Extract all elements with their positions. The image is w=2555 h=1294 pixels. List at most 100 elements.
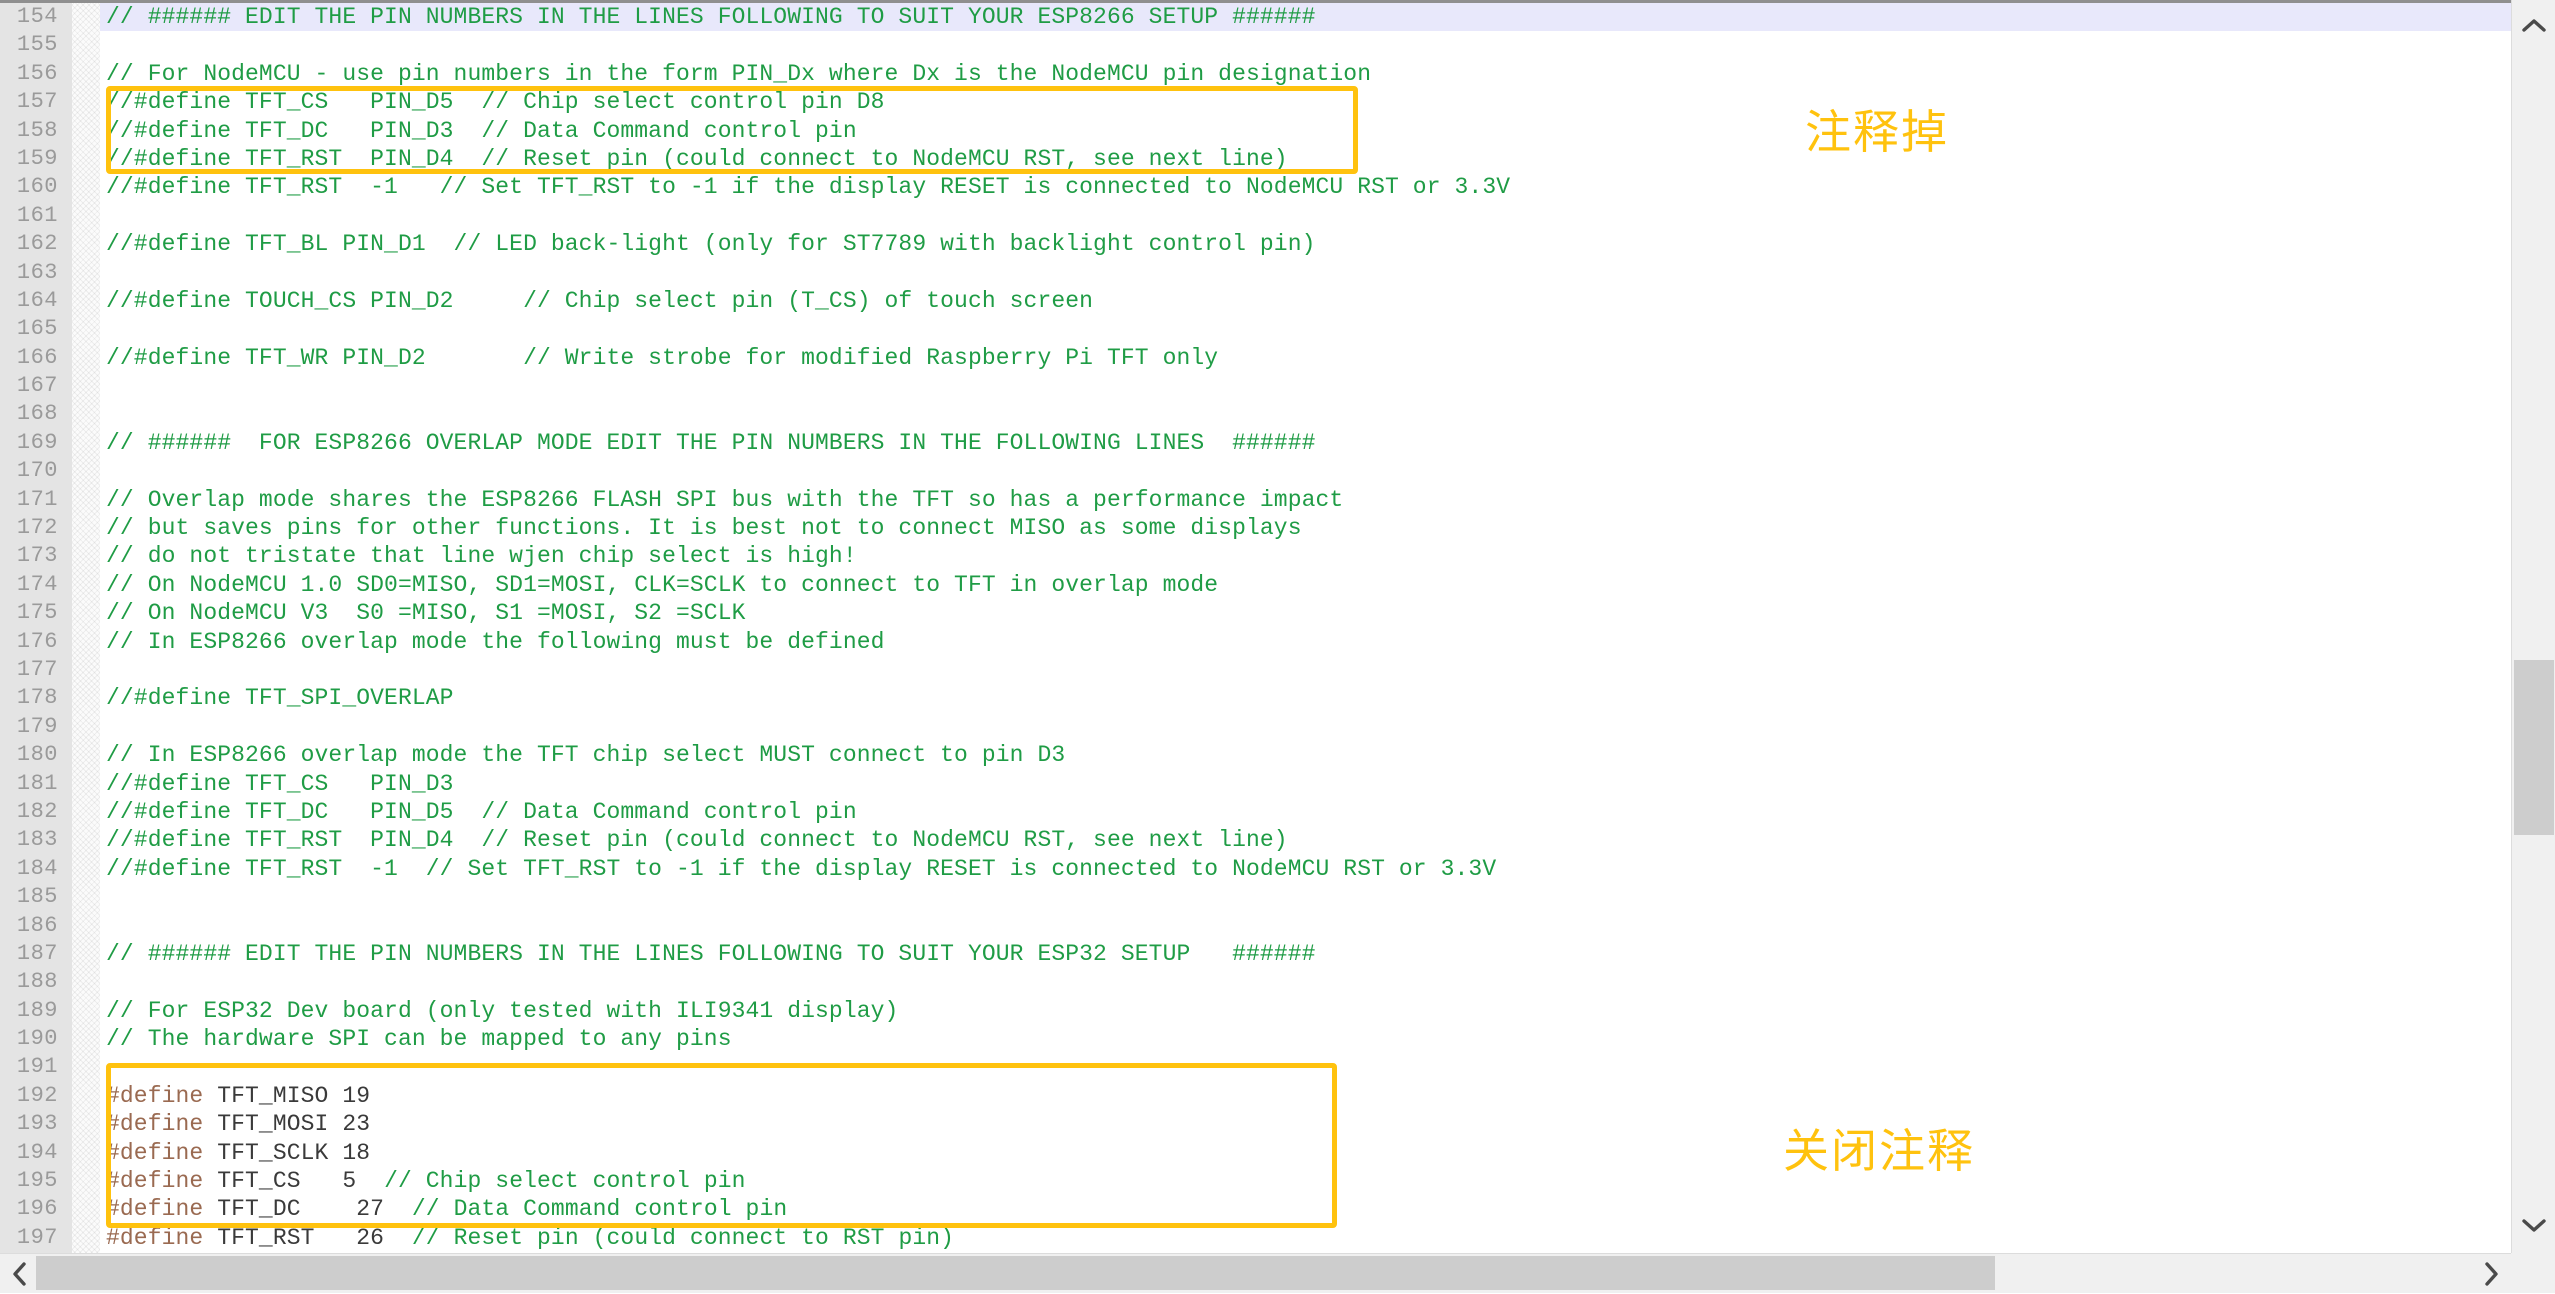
token-pre: #define <box>106 1196 204 1223</box>
token-cmt: //#define TFT_DC PIN_D5 // Data Command … <box>106 798 857 825</box>
code-text: // On NodeMCU V3 S0 =MISO, S1 =MOSI, S2 … <box>106 599 746 627</box>
fold-margin-strip[interactable] <box>72 3 100 1253</box>
token-cmt: // The hardware SPI can be mapped to any… <box>106 1026 732 1053</box>
line-number: 159 <box>16 145 58 171</box>
code-text: //#define TFT_RST PIN_D4 // Reset pin (c… <box>106 145 1288 173</box>
code-text: //#define TFT_BL PIN_D1 // LED back-ligh… <box>106 230 1316 258</box>
line-number: 185 <box>16 884 58 910</box>
token-ident: TFT_RST <box>203 1224 357 1251</box>
annotation-label-comment-out: 注释掉 <box>1805 105 1949 159</box>
code-text: // do not tristate that line wjen chip s… <box>106 542 857 570</box>
line-number: 191 <box>16 1054 58 1080</box>
chevron-down-icon[interactable] <box>2512 1203 2555 1247</box>
line-number: 169 <box>16 429 58 455</box>
token-cmt: // ###### FOR ESP8266 OVERLAP MODE EDIT … <box>106 429 1316 456</box>
code-text: // For NodeMCU - use pin numbers in the … <box>106 60 1371 88</box>
line-number: 193 <box>16 1111 58 1137</box>
chevron-right-icon[interactable] <box>2471 1254 2511 1294</box>
horizontal-scrollbar-thumb[interactable] <box>36 1256 1995 1290</box>
token-cmt: // ###### EDIT THE PIN NUMBERS IN THE LI… <box>106 4 1316 30</box>
token-pre: #define <box>106 1224 204 1251</box>
line-number: 158 <box>16 117 58 143</box>
line-number: 196 <box>16 1196 58 1222</box>
line-number: 155 <box>16 32 58 58</box>
token-cmt: // For NodeMCU - use pin numbers in the … <box>106 60 1372 87</box>
line-number: 188 <box>16 969 58 995</box>
code-text: // The hardware SPI can be mapped to any… <box>106 1025 732 1053</box>
token-cmt: // but saves pins for other functions. I… <box>106 515 1302 542</box>
line-number: 183 <box>16 827 58 853</box>
code-text: // ###### EDIT THE PIN NUMBERS IN THE LI… <box>106 3 1316 31</box>
code-text: //#define TFT_SPI_OVERLAP <box>106 684 454 712</box>
code-text: //#define TFT_DC PIN_D5 // Data Command … <box>106 798 857 826</box>
chevron-left-icon[interactable] <box>0 1254 40 1294</box>
token-num: 18 <box>342 1139 371 1166</box>
token-ident: TFT_CS <box>203 1168 343 1195</box>
token-pre: #define <box>106 1168 204 1195</box>
code-text: // ###### FOR ESP8266 OVERLAP MODE EDIT … <box>106 429 1316 457</box>
code-text: #define TFT_MISO 19 <box>106 1082 370 1110</box>
token-cmt: // do not tristate that line wjen chip s… <box>106 543 857 570</box>
token-ident: TFT_MOSI <box>203 1111 343 1138</box>
line-number: 170 <box>16 458 58 484</box>
horizontal-scrollbar[interactable] <box>0 1253 2555 1293</box>
line-number: 175 <box>16 600 58 626</box>
line-number: 174 <box>16 571 58 597</box>
line-number: 197 <box>16 1224 58 1250</box>
token-ident <box>384 1225 412 1251</box>
token-num: 19 <box>342 1082 371 1109</box>
token-cmt: // In ESP8266 overlap mode the TFT chip … <box>106 742 1066 769</box>
line-number: 184 <box>16 855 58 881</box>
token-cmt: // Reset pin (could connect to RST pin) <box>411 1224 955 1251</box>
code-text: // In ESP8266 overlap mode the TFT chip … <box>106 741 1065 769</box>
line-number: 167 <box>16 373 58 399</box>
token-ident: TFT_MISO <box>203 1082 343 1109</box>
token-ident <box>356 1168 384 1194</box>
token-cmt: // For ESP32 Dev board (only tested with… <box>106 997 899 1024</box>
line-number: 173 <box>16 543 58 569</box>
code-text: //#define TOUCH_CS PIN_D2 // Chip select… <box>106 287 1093 315</box>
token-cmt: //#define TFT_BL PIN_D1 // LED back-ligh… <box>106 231 1316 258</box>
line-number: 163 <box>16 259 58 285</box>
token-cmt: // Overlap mode shares the ESP8266 FLASH… <box>106 486 1344 513</box>
line-number: 181 <box>16 770 58 796</box>
code-text: #define TFT_SCLK 18 <box>106 1139 370 1167</box>
line-number: 195 <box>16 1168 58 1194</box>
token-cmt: //#define TOUCH_CS PIN_D2 // Chip select… <box>106 287 1094 314</box>
code-text: // On NodeMCU 1.0 SD0=MISO, SD1=MOSI, CL… <box>106 571 1218 599</box>
line-number: 186 <box>16 912 58 938</box>
line-number: 192 <box>16 1082 58 1108</box>
chevron-up-icon[interactable] <box>2512 4 2555 48</box>
code-text: //#define TFT_RST PIN_D4 // Reset pin (c… <box>106 826 1288 854</box>
line-number: 154 <box>16 4 58 29</box>
code-text: // For ESP32 Dev board (only tested with… <box>106 997 898 1025</box>
code-text: #define TFT_RST 26 // Reset pin (could c… <box>106 1224 954 1252</box>
token-ident: TFT_DC <box>203 1196 357 1223</box>
code-text: // Overlap mode shares the ESP8266 FLASH… <box>106 486 1343 514</box>
line-number: 176 <box>16 628 58 654</box>
line-number: 160 <box>16 174 58 200</box>
code-text: //#define TFT_WR PIN_D2 // Write strobe … <box>106 344 1218 372</box>
line-number: 180 <box>16 742 58 768</box>
token-ident <box>384 1196 412 1222</box>
code-text: // but saves pins for other functions. I… <box>106 514 1302 542</box>
code-text: #define TFT_CS 5 // Chip select control … <box>106 1167 746 1195</box>
line-number: 194 <box>16 1139 58 1165</box>
token-cmt: // ###### EDIT THE PIN NUMBERS IN THE LI… <box>106 940 1316 967</box>
token-cmt: //#define TFT_DC PIN_D3 // Data Command … <box>106 117 857 144</box>
editor-viewport[interactable]: 154 // ###### EDIT THE PIN NUMBERS IN THE… <box>0 0 2511 1253</box>
token-ident: TFT_SCLK <box>203 1139 343 1166</box>
code-text: //#define TFT_CS PIN_D5 // Chip select c… <box>106 88 885 116</box>
token-cmt: //#define TFT_WR PIN_D2 // Write strobe … <box>106 344 1219 371</box>
code-text: #define TFT_DC 27 // Data Command contro… <box>106 1195 787 1223</box>
line-number: 162 <box>16 231 58 257</box>
line-number: 164 <box>16 287 58 313</box>
scrollbar-corner <box>2511 1253 2555 1293</box>
token-num: 23 <box>342 1111 371 1138</box>
vertical-scrollbar-thumb[interactable] <box>2514 660 2554 835</box>
token-cmt: //#define TFT_RST PIN_D4 // Reset pin (c… <box>106 145 1288 172</box>
vertical-scrollbar[interactable] <box>2511 0 2555 1253</box>
line-number: 190 <box>16 1026 58 1052</box>
token-pre: #define <box>106 1082 204 1109</box>
line-number: 166 <box>16 344 58 370</box>
